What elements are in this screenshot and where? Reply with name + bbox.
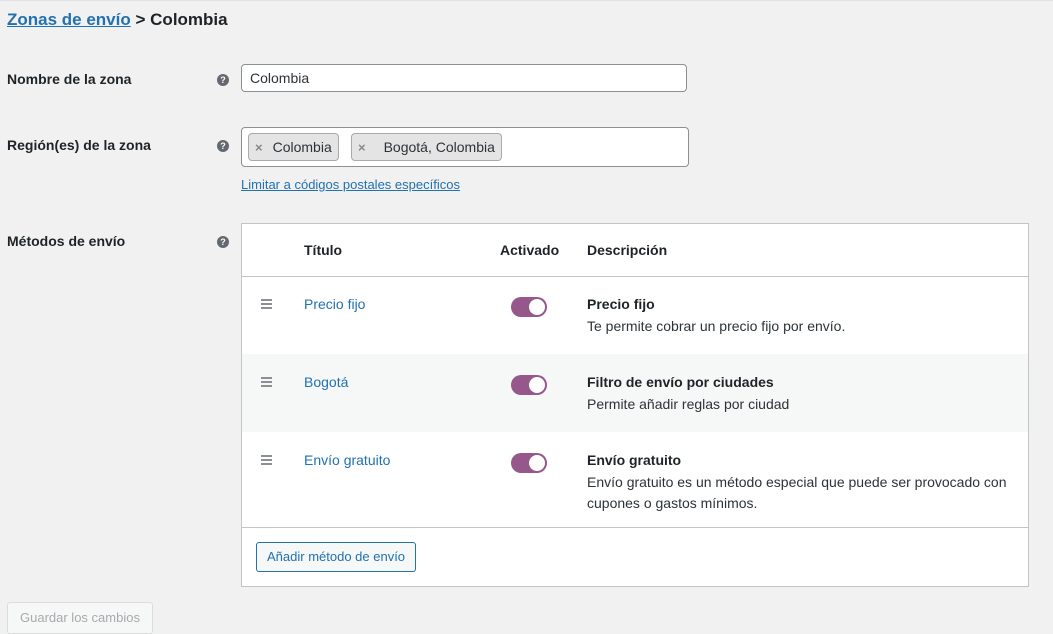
drag-handle-icon[interactable] <box>261 455 272 465</box>
limit-postcodes-link[interactable]: Limitar a códigos postales específicos <box>241 177 460 192</box>
shipping-methods-label: Métodos de envío <box>7 233 126 249</box>
breadcrumb-zones-link[interactable]: Zonas de envío <box>7 10 131 29</box>
table-row: Envío gratuito Envío gratuito Envío grat… <box>242 432 1028 527</box>
region-chip-label: Colombia <box>272 139 332 155</box>
breadcrumb-current: Colombia <box>150 10 228 29</box>
method-description-text: Envío gratuito es un método especial que… <box>587 474 1007 511</box>
method-title-link[interactable]: Envío gratuito <box>304 452 390 468</box>
table-row: Bogotá Filtro de envío por ciudades Perm… <box>242 354 1028 432</box>
method-description-title: Filtro de envío por ciudades <box>587 374 774 390</box>
drag-handle-icon[interactable] <box>261 299 272 309</box>
method-description-text: Te permite cobrar un precio fijo por env… <box>587 318 846 334</box>
breadcrumb-separator: > <box>135 10 146 29</box>
help-icon[interactable]: ? <box>217 74 229 86</box>
page-title: Zonas de envío > Colombia <box>7 10 228 30</box>
table-row: Precio fijo Precio fijo Te permite cobra… <box>242 277 1028 354</box>
save-changes-button[interactable]: Guardar los cambios <box>7 602 153 634</box>
column-header-title: Título <box>304 242 343 258</box>
method-description-text: Permite añadir reglas por ciudad <box>587 396 790 412</box>
method-description-title: Precio fijo <box>587 296 655 312</box>
top-border <box>0 0 1053 1</box>
remove-region-icon[interactable]: × <box>358 140 366 155</box>
method-title-link[interactable]: Precio fijo <box>304 296 365 312</box>
drag-handle-icon[interactable] <box>261 377 272 387</box>
help-icon[interactable]: ? <box>217 236 229 248</box>
remove-region-icon[interactable]: × <box>255 140 263 155</box>
footer-divider <box>242 527 1028 528</box>
method-description-title: Envío gratuito <box>587 452 682 468</box>
zone-regions-select[interactable]: × Colombia × Bogotá, Colombia <box>241 127 689 167</box>
region-chip: × Colombia <box>248 133 339 161</box>
zone-name-input[interactable] <box>241 64 687 92</box>
add-shipping-method-button[interactable]: Añadir método de envío <box>256 542 417 572</box>
method-enabled-toggle[interactable] <box>511 297 547 317</box>
method-title-link[interactable]: Bogotá <box>304 374 348 390</box>
zone-regions-label: Región(es) de la zona <box>7 137 151 153</box>
method-enabled-toggle[interactable] <box>511 453 547 473</box>
method-enabled-toggle[interactable] <box>511 375 547 395</box>
column-header-enabled: Activado <box>500 242 560 258</box>
zone-name-label: Nombre de la zona <box>7 71 132 87</box>
column-header-description: Descripción <box>587 242 668 258</box>
region-chip-label: Bogotá, Colombia <box>383 139 495 155</box>
help-icon[interactable]: ? <box>217 140 229 152</box>
shipping-methods-table: Título Activado Descripción Precio fijo … <box>241 223 1029 587</box>
region-chip: × Bogotá, Colombia <box>351 133 502 161</box>
